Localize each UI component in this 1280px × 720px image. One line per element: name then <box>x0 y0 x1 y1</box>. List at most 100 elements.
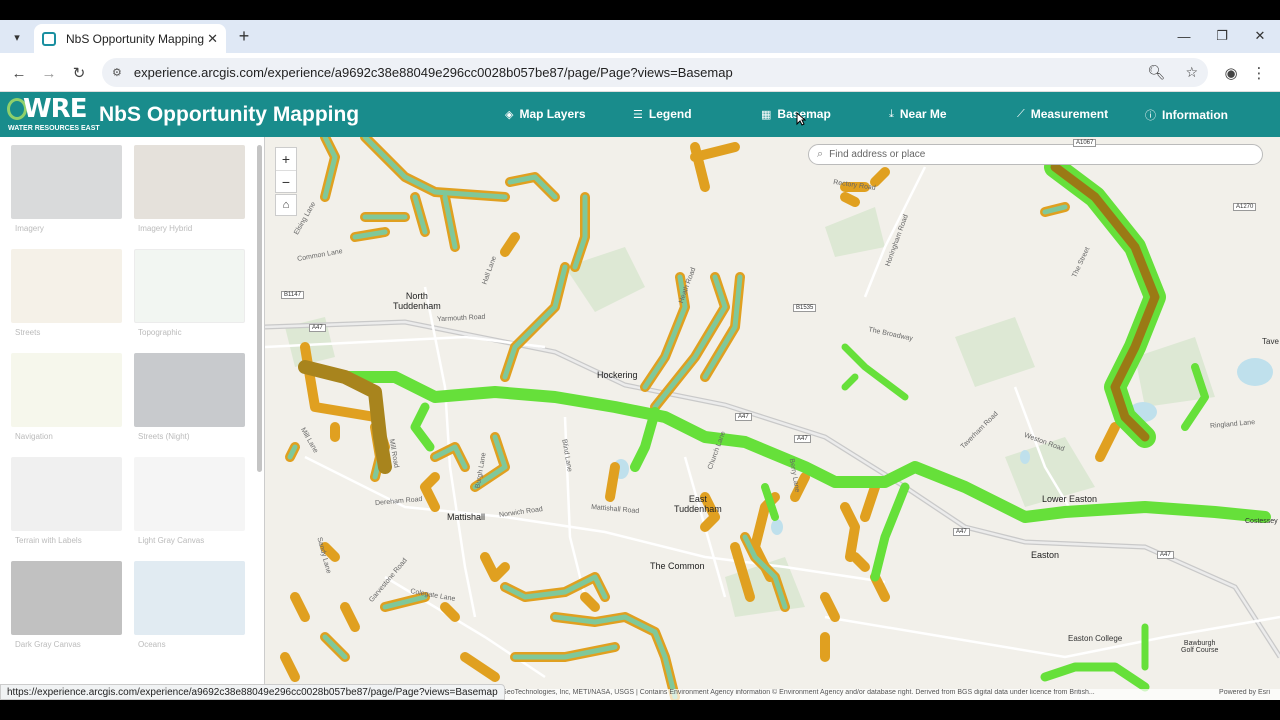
logo-text: WRE <box>23 94 87 124</box>
place-label: East Tuddenham <box>674 494 722 514</box>
map-search-box[interactable]: ⌕ <box>808 144 1263 165</box>
gallery-scrollbar[interactable] <box>257 145 262 472</box>
mouse-pointer-icon <box>796 112 806 126</box>
site-info-icon[interactable]: ⚙ <box>112 66 122 79</box>
place-label: Costessey <box>1245 518 1278 525</box>
basemap-label: Streets (Night) <box>138 432 190 441</box>
top-black-bar <box>0 0 1280 20</box>
road-shield: A1067 <box>1073 139 1097 147</box>
map-search-input[interactable] <box>829 149 1210 160</box>
nav-label: Legend <box>648 107 692 121</box>
browser-tab-strip: ▾ NbS Opportunity Mapping ✕ + — ❐ ✕ <box>0 20 1280 53</box>
close-window-icon[interactable]: ✕ <box>1248 26 1272 46</box>
nav-measurement[interactable]: ⟋ Measurement <box>1017 107 1108 121</box>
road-shield: B1147 <box>281 291 304 299</box>
layers-icon: ◈ <box>505 108 514 121</box>
new-tab-plus-icon[interactable]: + <box>234 26 254 46</box>
nav-map-layers[interactable]: ◈ Map Layers <box>505 107 586 121</box>
basemap-label: Dark Gray Canvas <box>15 640 81 649</box>
zoom-out-icon[interactable]: − <box>276 170 296 192</box>
tab-search-chevron-icon[interactable]: ▾ <box>6 27 28 47</box>
browser-tab[interactable]: NbS Opportunity Mapping ✕ <box>34 24 226 53</box>
screen: ▾ NbS Opportunity Mapping ✕ + — ❐ ✕ ← → … <box>0 0 1280 720</box>
basemap-thumb-oceans[interactable] <box>134 561 245 635</box>
basemap-thumb-terrain[interactable] <box>11 457 122 531</box>
bottom-black-bar <box>0 700 1280 720</box>
powered-by-esri[interactable]: Powered by Esri <box>1219 689 1270 696</box>
basemap-label: Imagery Hybrid <box>138 224 193 233</box>
road-shield: A1270 <box>1233 203 1257 211</box>
place-label: Easton <box>1031 550 1060 560</box>
road-shield: A47 <box>1157 551 1174 559</box>
profile-icon[interactable]: ◉ <box>1220 62 1242 84</box>
reload-icon[interactable]: ↻ <box>68 62 90 84</box>
minimize-icon[interactable]: — <box>1172 26 1196 46</box>
basemap-thumb-light-gray[interactable] <box>134 457 245 531</box>
nav-label: Information <box>1162 108 1228 122</box>
nav-near-me[interactable]: ⤓ Near Me <box>889 107 947 121</box>
basemap-label: Streets <box>15 328 41 337</box>
place-label: Bawburgh Golf Course <box>1181 640 1219 654</box>
info-icon: ⓘ <box>1145 110 1156 122</box>
basemap-label: Imagery <box>15 224 44 233</box>
nav-label: Map Layers <box>519 107 586 121</box>
attribution-text: armin, GeoTechnologies, Inc, METI/NASA, … <box>480 689 1095 696</box>
road-shield: A47 <box>735 413 752 421</box>
wre-logo[interactable]: WRE WATER RESOURCES EAST <box>7 94 100 134</box>
nav-label: Near Me <box>899 107 947 121</box>
place-label: Easton College <box>1068 634 1123 643</box>
logo-subtitle: WATER RESOURCES EAST <box>8 125 100 132</box>
nav-label: Measurement <box>1030 107 1109 121</box>
road-shield: A47 <box>794 435 811 443</box>
basemap-label: Light Gray Canvas <box>138 536 205 545</box>
road-shield: A47 <box>309 324 326 332</box>
zoom-magnifier-icon[interactable]: 🔍︎ <box>1148 64 1166 81</box>
arcgis-favicon-icon <box>42 31 56 46</box>
forward-arrow-icon[interactable]: → <box>38 62 60 84</box>
basemap-thumb-imagery-hybrid[interactable] <box>134 145 245 219</box>
basemap-thumb-streets-night[interactable] <box>134 353 245 427</box>
place-label: Hockering <box>597 370 638 380</box>
grid-icon: ▦ <box>761 108 772 121</box>
basemap-label: Oceans <box>138 640 166 649</box>
list-icon: ☰ <box>633 108 643 121</box>
home-icon[interactable]: ⌂ <box>275 194 297 216</box>
tab-title: NbS Opportunity Mapping <box>66 31 205 46</box>
basemap-thumb-navigation[interactable] <box>11 353 122 427</box>
place-label: North Tuddenham <box>393 291 441 311</box>
place-label: Tave <box>1262 337 1279 346</box>
basemap-thumb-topographic[interactable] <box>134 249 245 323</box>
app-header: WRE WATER RESOURCES EAST NbS Opportunity… <box>0 92 1280 137</box>
place-label: Lower Easton <box>1042 494 1098 504</box>
place-label: The Common <box>650 561 705 571</box>
address-url[interactable]: experience.arcgis.com/experience/a9692c3… <box>134 65 1138 80</box>
basemap-thumb-streets[interactable] <box>11 249 122 323</box>
basemap-label: Topographic <box>138 328 182 337</box>
back-arrow-icon[interactable]: ← <box>8 62 30 84</box>
basemap-thumb-dark-gray[interactable] <box>11 561 122 635</box>
map-canvas[interactable] <box>265 137 1280 700</box>
map-attribution: armin, GeoTechnologies, Inc, METI/NASA, … <box>480 689 1280 700</box>
browser-menu-icon[interactable]: ⋮ <box>1248 62 1270 84</box>
browser-toolbar: ← → ↻ ⚙ experience.arcgis.com/experience… <box>0 53 1280 92</box>
zoom-in-icon[interactable]: + <box>276 148 296 170</box>
address-bar[interactable]: ⚙ experience.arcgis.com/experience/a9692… <box>102 58 1208 87</box>
map-view[interactable]: + − ⌂ ⌕ North Tuddenham Hockering Mattis… <box>265 137 1280 700</box>
nav-legend[interactable]: ☰ Legend <box>633 107 692 121</box>
restore-icon[interactable]: ❐ <box>1210 26 1234 46</box>
tab-close-icon[interactable]: ✕ <box>207 31 218 47</box>
place-label: Mattishall <box>447 512 486 522</box>
basemap-thumb-imagery[interactable] <box>11 145 122 219</box>
basemap-gallery-panel: Imagery Imagery Hybrid Streets Topograph… <box>0 137 265 700</box>
app-title: NbS Opportunity Mapping <box>99 103 360 126</box>
download-icon: ⤓ <box>889 107 894 120</box>
basemap-label: Terrain with Labels <box>15 536 82 545</box>
road-shield: B1535 <box>793 304 817 312</box>
nav-information[interactable]: ⓘ Information <box>1145 107 1228 123</box>
search-icon: ⌕ <box>817 148 824 160</box>
browser-status-url: https://experience.arcgis.com/experience… <box>0 684 505 700</box>
road-shield: A47 <box>953 528 970 536</box>
bookmark-star-icon[interactable]: ☆ <box>1185 64 1198 81</box>
zoom-control: + − <box>275 147 297 193</box>
ruler-icon: ⟋ <box>1017 107 1025 120</box>
